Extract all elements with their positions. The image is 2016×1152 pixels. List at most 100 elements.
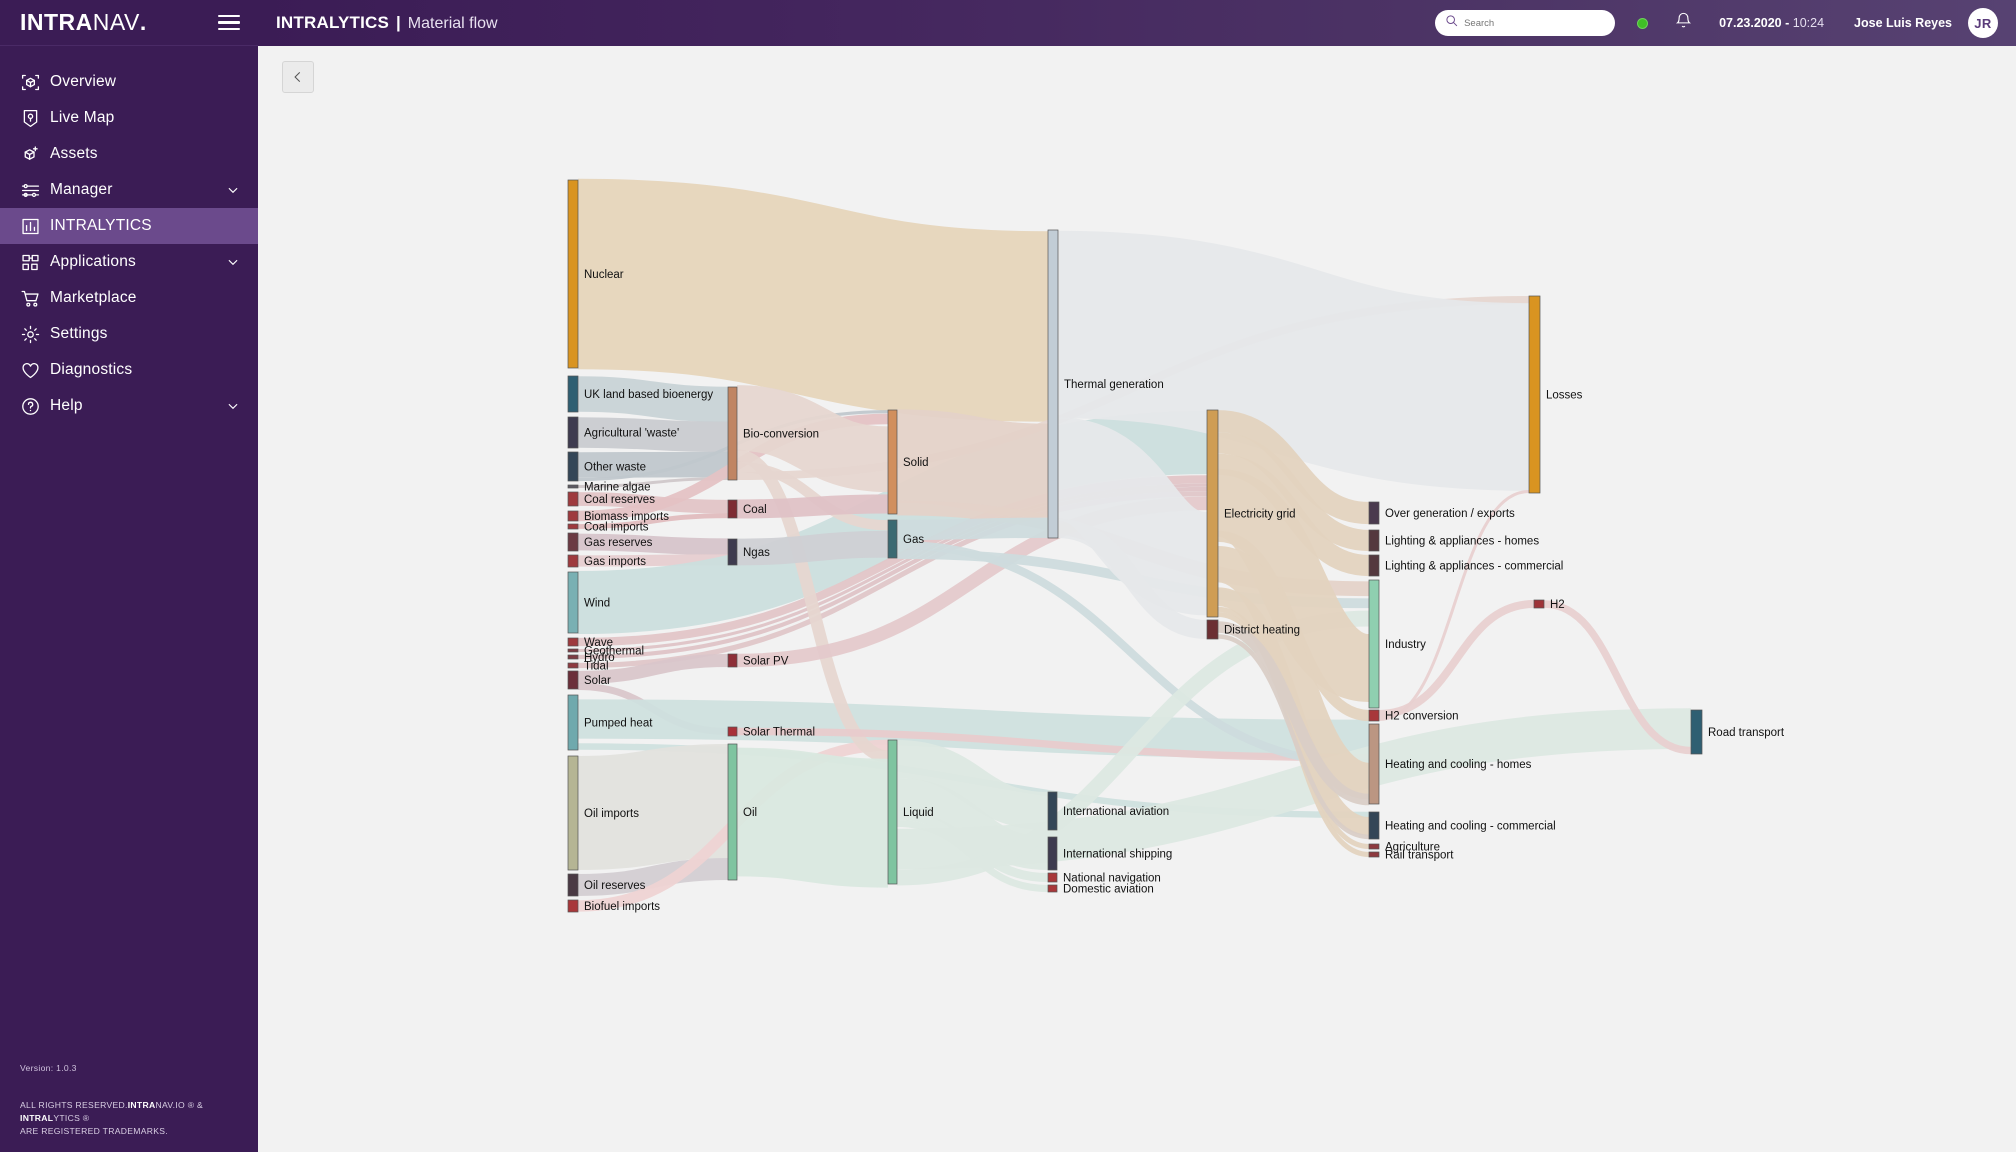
legal-prefix: ALL RIGHTS RESERVED. xyxy=(20,1100,128,1110)
sankey-node[interactable] xyxy=(728,654,737,667)
sankey-node[interactable] xyxy=(568,663,578,668)
material-flow-sankey-chart[interactable]: NuclearUK land based bioenergyAgricultur… xyxy=(258,92,2016,1112)
sidebar-item-help[interactable]: Help xyxy=(0,388,258,424)
sankey-node[interactable] xyxy=(1534,600,1544,608)
sankey-node[interactable] xyxy=(1369,530,1379,551)
sidebar-item-marketplace[interactable]: Marketplace xyxy=(0,280,258,316)
sankey-node-label: Solar PV xyxy=(743,656,789,668)
sidebar-item-applications[interactable]: Applications xyxy=(0,244,258,280)
legal-bold-2: INTRAL xyxy=(20,1113,53,1123)
sankey-node[interactable] xyxy=(1369,724,1379,804)
sankey-node[interactable] xyxy=(728,744,737,880)
sankey-node[interactable] xyxy=(568,756,578,870)
sankey-node-label: Heating and cooling - commercial xyxy=(1385,821,1556,833)
cube-scan-icon xyxy=(20,72,50,93)
sankey-node-label: Solar Thermal xyxy=(743,727,815,739)
sankey-link[interactable] xyxy=(737,812,888,823)
sankey-node[interactable] xyxy=(1369,844,1379,849)
chevron-down-icon[interactable] xyxy=(226,183,240,197)
sidebar-item-live-map[interactable]: Live Map xyxy=(0,100,258,136)
sankey-node[interactable] xyxy=(728,539,737,565)
sankey-node[interactable] xyxy=(568,376,578,412)
sidebar-item-label: Diagnostics xyxy=(50,361,132,379)
sankey-node[interactable] xyxy=(568,655,578,659)
sankey-link[interactable] xyxy=(1379,604,1534,714)
hamburger-menu-icon[interactable] xyxy=(218,15,240,30)
sankey-node[interactable] xyxy=(1048,873,1057,882)
sankey-node[interactable] xyxy=(728,727,737,736)
sankey-node[interactable] xyxy=(728,500,737,518)
sankey-node-label: Biofuel imports xyxy=(584,901,660,913)
avatar[interactable]: JR xyxy=(1968,8,1998,38)
sankey-node[interactable] xyxy=(1369,710,1379,721)
sankey-node[interactable] xyxy=(1048,885,1057,892)
main-area: INTRALYTICS | Material flow 07.23.2020 -… xyxy=(258,0,2016,1152)
sankey-node[interactable] xyxy=(568,671,578,689)
sankey-node[interactable] xyxy=(888,740,897,884)
user-name: Jose Luis Reyes xyxy=(1854,16,1952,30)
sankey-node-label: Ngas xyxy=(743,547,770,559)
sankey-node[interactable] xyxy=(568,511,578,521)
sidebar-item-manager[interactable]: Manager xyxy=(0,172,258,208)
title-separator: | xyxy=(396,13,401,33)
sankey-node[interactable] xyxy=(888,410,897,514)
sankey-node[interactable] xyxy=(568,638,578,646)
bar-chart-icon xyxy=(20,216,50,237)
sankey-link[interactable] xyxy=(897,528,1048,530)
sankey-node[interactable] xyxy=(1529,296,1540,493)
sankey-node[interactable] xyxy=(1207,410,1218,617)
sankey-node[interactable] xyxy=(1048,792,1057,830)
sankey-node[interactable] xyxy=(1369,502,1379,524)
sankey-node[interactable] xyxy=(568,492,578,506)
sidebar-item-label: Manager xyxy=(50,181,113,199)
sankey-node[interactable] xyxy=(568,452,578,481)
sankey-node[interactable] xyxy=(1048,230,1058,538)
sankey-node-label: Domestic aviation xyxy=(1063,884,1154,896)
sidebar-item-assets[interactable]: Assets xyxy=(0,136,258,172)
sidebar-item-intralytics[interactable]: INTRALYTICS xyxy=(0,208,258,244)
sankey-node[interactable] xyxy=(568,524,578,529)
search-input[interactable] xyxy=(1464,18,1605,29)
sankey-node[interactable] xyxy=(568,874,578,896)
sankey-node-label: UK land based bioenergy xyxy=(584,389,713,401)
sidebar-item-overview[interactable]: Overview xyxy=(0,64,258,100)
sankey-node[interactable] xyxy=(1369,812,1379,839)
sankey-node[interactable] xyxy=(568,900,578,912)
sidebar-item-label: Live Map xyxy=(50,109,115,127)
sankey-node[interactable] xyxy=(568,649,578,652)
sankey-node[interactable] xyxy=(1691,710,1702,754)
search-box[interactable] xyxy=(1435,10,1615,36)
chevron-down-icon[interactable] xyxy=(226,255,240,269)
sidebar-footer: Version: 1.0.3 ALL RIGHTS RESERVED.INTRA… xyxy=(0,1062,258,1152)
sankey-node-label: Tidal xyxy=(584,661,609,673)
sankey-node[interactable] xyxy=(568,572,578,633)
sankey-node[interactable] xyxy=(888,520,897,558)
sankey-node[interactable] xyxy=(1369,852,1379,857)
sankey-node[interactable] xyxy=(568,180,578,368)
sankey-node[interactable] xyxy=(568,485,578,488)
datetime-display: 07.23.2020 - 10:24 xyxy=(1719,16,1824,30)
sankey-node[interactable] xyxy=(568,533,578,551)
sankey-node[interactable] xyxy=(1369,555,1379,576)
logo-dot: . xyxy=(140,9,147,35)
legal-text-2: YTICS ® xyxy=(53,1113,89,1123)
notifications-bell-icon[interactable] xyxy=(1674,11,1693,35)
back-button[interactable] xyxy=(282,61,314,93)
sankey-node[interactable] xyxy=(568,555,578,567)
sidebar-item-settings[interactable]: Settings xyxy=(0,316,258,352)
chevron-down-icon[interactable] xyxy=(226,399,240,413)
sankey-node[interactable] xyxy=(1369,580,1379,708)
sankey-node[interactable] xyxy=(1048,837,1057,870)
sankey-node[interactable] xyxy=(568,695,578,750)
sankey-node[interactable] xyxy=(728,387,737,480)
sankey-node-label: Oil xyxy=(743,807,757,819)
sankey-node[interactable] xyxy=(568,417,578,448)
sankey-node[interactable] xyxy=(1207,620,1218,639)
sidebar-item-label: Assets xyxy=(50,145,98,163)
sankey-node-label: Heating and cooling - homes xyxy=(1385,759,1532,771)
sankey-link[interactable] xyxy=(578,274,1048,327)
logo-bold: INTRA xyxy=(20,9,93,35)
sidebar-item-diagnostics[interactable]: Diagnostics xyxy=(0,352,258,388)
sankey-node-label: Gas reserves xyxy=(584,537,653,549)
intranav-logo[interactable]: INTRANAV. xyxy=(20,11,147,34)
